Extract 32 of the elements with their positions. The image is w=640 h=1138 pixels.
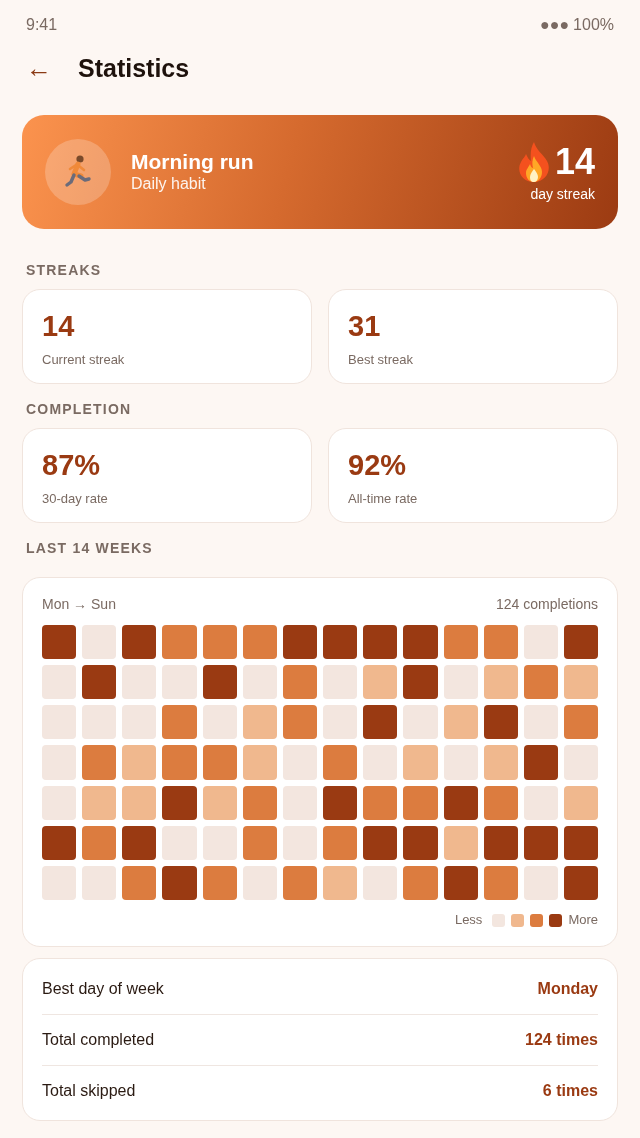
- summary-value: 6 times: [542, 1081, 598, 1102]
- page-title: Statistics: [78, 53, 190, 83]
- status-time: 9:41: [26, 15, 58, 35]
- summary-label: Best day of week: [42, 978, 164, 999]
- summary-value: Monday: [537, 978, 598, 999]
- week-range-label: Mon → Sun: [42, 595, 116, 614]
- section-heading: LAST 14 WEEKS: [25, 539, 154, 558]
- legend-more-label: More: [568, 912, 598, 929]
- stat-label: Best streak: [348, 350, 415, 369]
- runner-icon: [45, 139, 111, 205]
- back-button[interactable]: ←: [22, 55, 60, 81]
- streak-count: 14: [554, 143, 595, 180]
- signal-indicator: ●●●: [540, 15, 570, 35]
- summary-label: Total skipped: [42, 1081, 136, 1102]
- stat-label: All-time rate: [348, 489, 419, 508]
- section-heading: COMPLETION: [25, 400, 133, 419]
- completions-count: 124 completions: [496, 595, 598, 614]
- stat-value: 14: [42, 309, 76, 344]
- stat-label: 30-day rate: [42, 489, 109, 508]
- habit-frequency: Daily habit: [131, 174, 207, 195]
- flame-icon: [516, 141, 551, 182]
- streak-label: day streak: [530, 185, 595, 203]
- legend-less-label: Less: [454, 912, 483, 929]
- summary-label: Total completed: [42, 1030, 155, 1051]
- stat-value: 31: [348, 309, 382, 344]
- stat-value: 87%: [42, 448, 102, 483]
- stat-label: Current streak: [42, 350, 126, 369]
- stat-value: 92%: [348, 448, 408, 483]
- section-heading: STREAKS: [25, 261, 103, 280]
- summary-value: 124 times: [525, 1030, 598, 1051]
- habit-name: Morning run: [131, 149, 254, 175]
- battery-level: 100%: [573, 15, 614, 35]
